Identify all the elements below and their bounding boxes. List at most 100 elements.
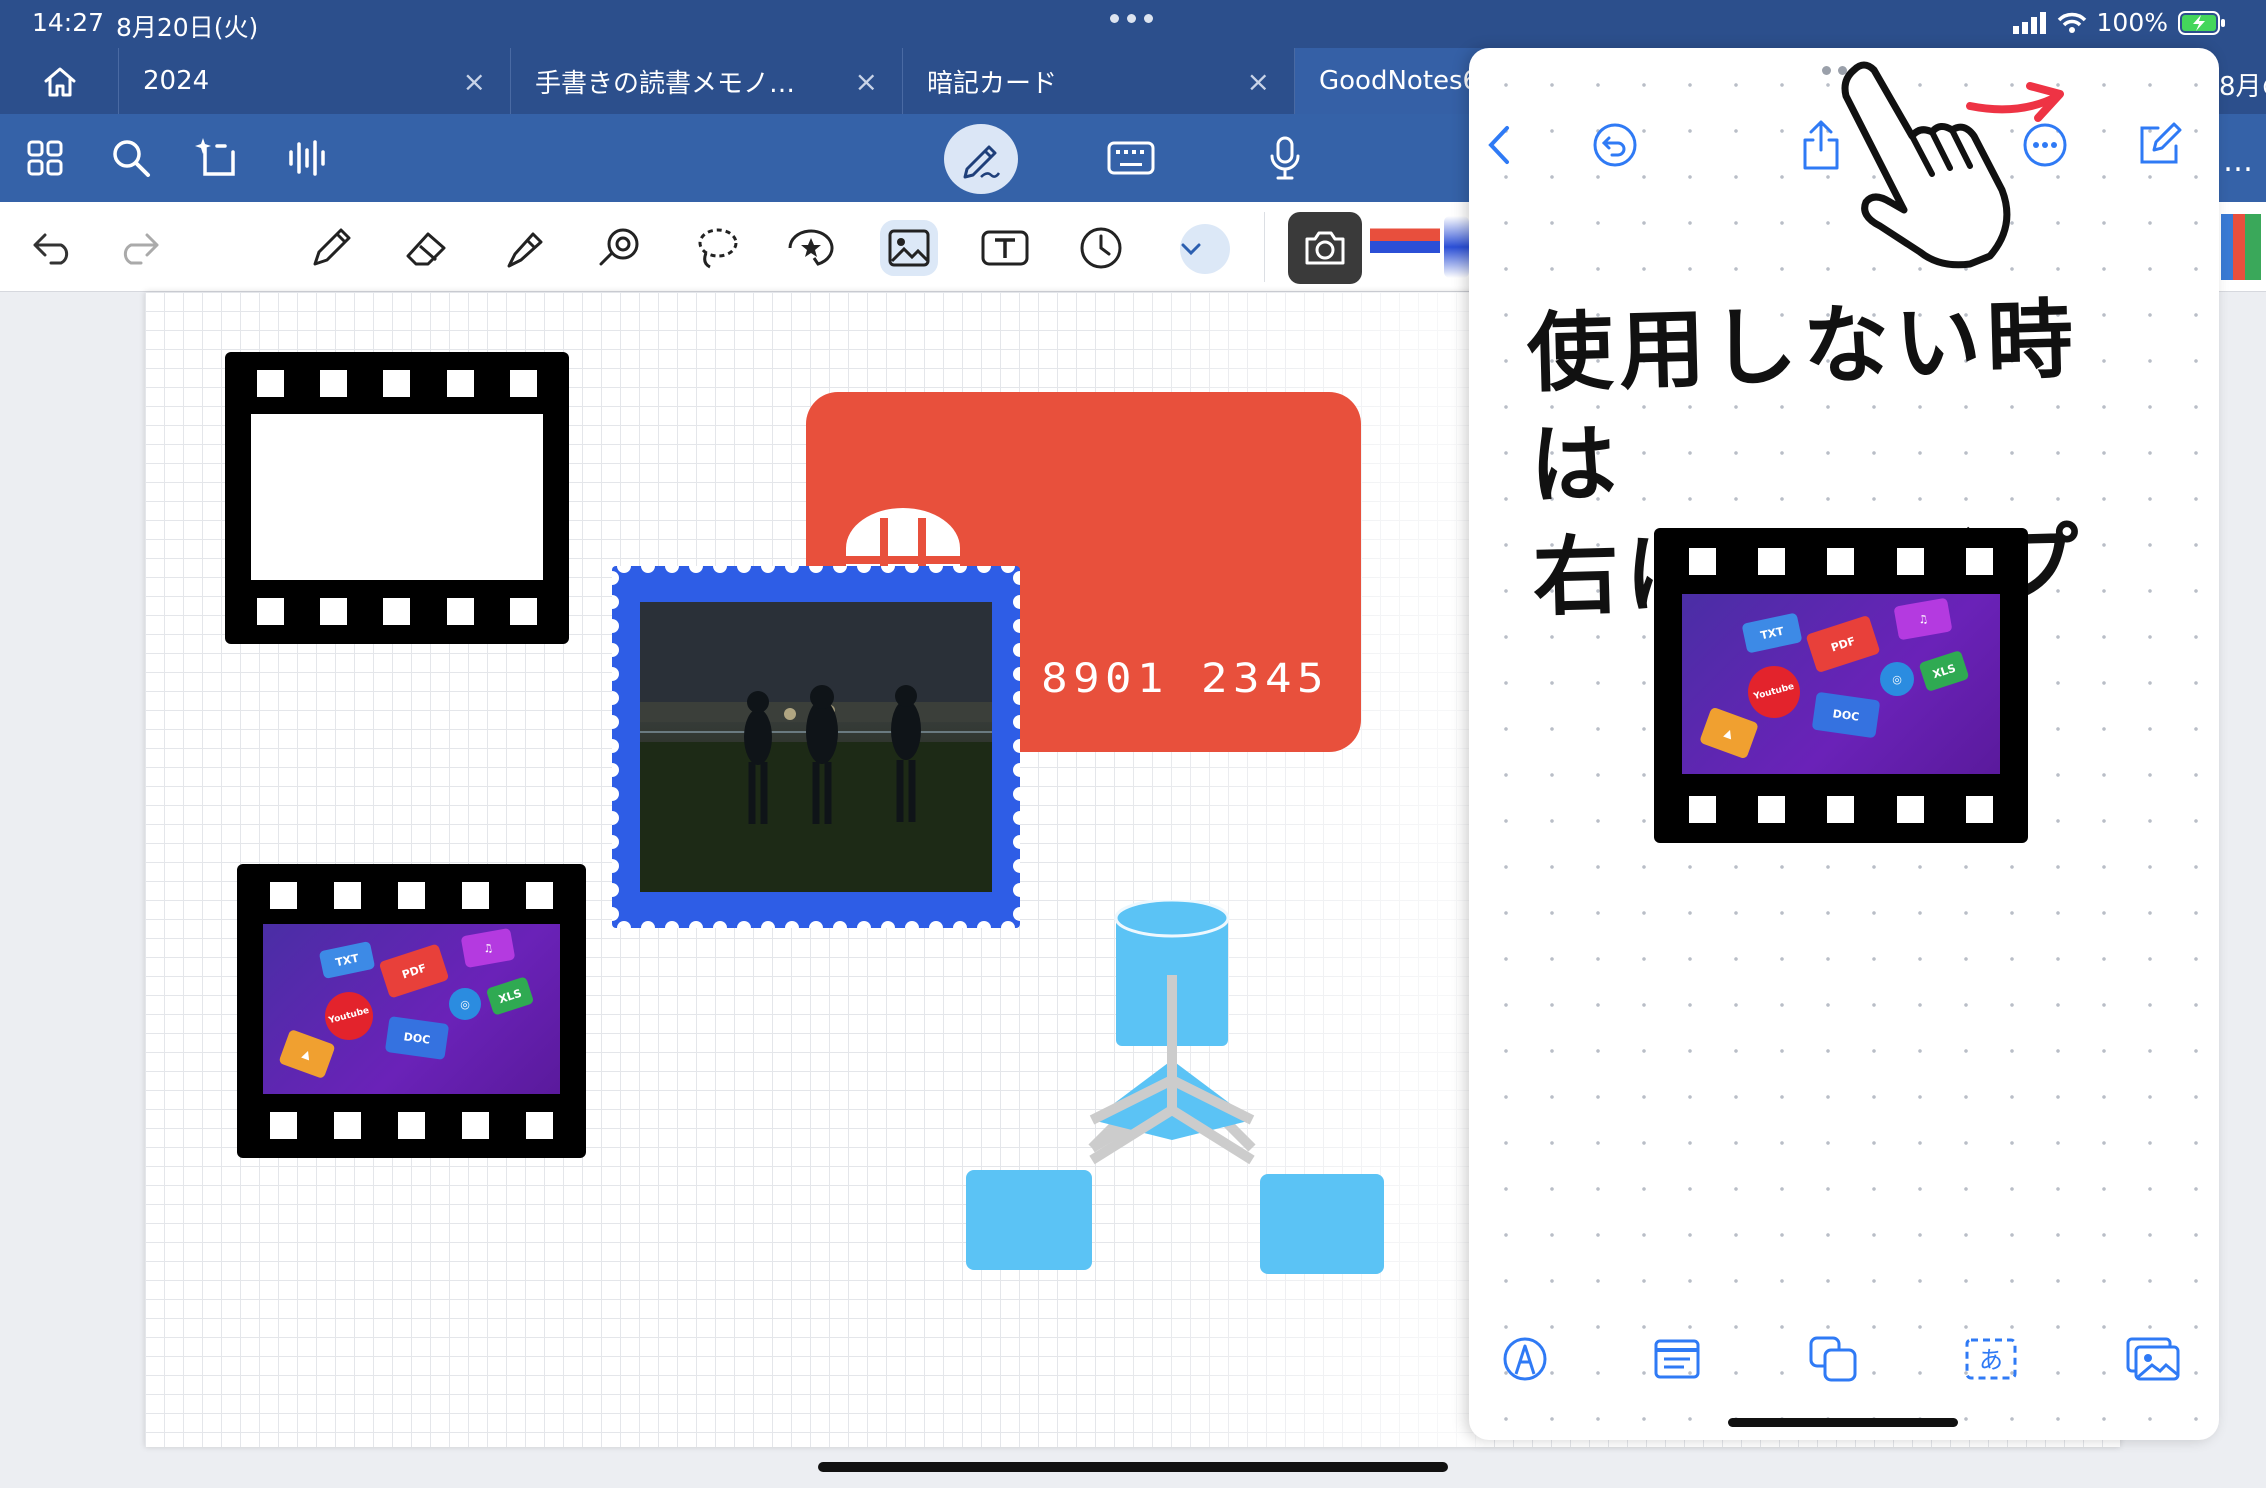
more-icon[interactable]: … (2223, 144, 2255, 179)
doc-tag: DOC (1811, 691, 1881, 739)
perforation-dot (1013, 763, 1020, 777)
undo-button[interactable] (24, 220, 82, 276)
image-icon (888, 229, 930, 267)
perforation-dot (929, 566, 943, 573)
select-button[interactable] (192, 132, 246, 184)
eraser-tool[interactable] (398, 220, 456, 276)
home-button[interactable] (36, 60, 84, 104)
tab-close-button[interactable]: × (1247, 65, 1270, 98)
perforation-dot (612, 883, 619, 897)
globe-icon: ◎ (1880, 662, 1914, 696)
perforation-dot (809, 921, 823, 928)
perforation-dot (612, 715, 619, 729)
audio-icon (289, 140, 325, 176)
tab-flashcards[interactable]: 暗記カード × (902, 48, 1294, 114)
status-time: 14:27 (32, 8, 105, 37)
panel-undo-button[interactable] (1588, 118, 1642, 172)
wifi-icon (2057, 12, 2086, 33)
search-button[interactable] (104, 132, 158, 184)
shape-icon (599, 228, 639, 266)
perforation-dot (1013, 787, 1020, 801)
database-diagram-sticker[interactable] (960, 900, 1390, 1280)
camera-button[interactable] (1288, 212, 1362, 284)
clock-icon (1080, 227, 1122, 269)
toolbar-divider (1264, 212, 1265, 282)
lasso-icon (698, 228, 738, 269)
timer-tool[interactable] (1072, 220, 1130, 276)
svg-text:あ: あ (1979, 1346, 2003, 1374)
tab-2024[interactable]: 2024 × (118, 48, 510, 114)
signal-icon (2012, 11, 2046, 34)
audio-button[interactable] (280, 132, 334, 184)
undo-icon (33, 233, 69, 265)
highlighter-icon (507, 232, 543, 268)
panel-film-strip-media[interactable]: TXT PDF ♫ Youtube ◎ XLS DOC ▲ (1654, 528, 2028, 843)
panel-paper-button[interactable] (1650, 1332, 1704, 1386)
shapes-icon (1809, 1336, 1857, 1382)
panel-new-note-button[interactable] (2132, 118, 2186, 172)
perforation-dot (612, 739, 619, 753)
keyboard-button[interactable] (1104, 132, 1158, 184)
pencil-icon (313, 228, 351, 266)
stamp-photo-frame[interactable] (612, 566, 1020, 928)
markup-pen-icon (1503, 1337, 1547, 1381)
perforation-dot (612, 811, 619, 825)
perforation-dot (857, 566, 871, 573)
more-tools-button[interactable] (1180, 224, 1230, 274)
globe-icon: ◎ (449, 988, 481, 1020)
doc-tag: DOC (384, 1016, 450, 1060)
image-tool[interactable] (880, 220, 938, 276)
handwritten-line-1: 使用しない時は (1525, 288, 2081, 517)
perforation-dot (881, 566, 895, 573)
shape-tool[interactable] (592, 220, 650, 276)
lasso-tool[interactable] (688, 220, 746, 276)
pdf-tag: PDF (378, 943, 450, 999)
panel-markup-button[interactable] (1498, 1332, 1552, 1386)
panel-photo-button[interactable] (2126, 1332, 2180, 1386)
film-strip-sticker-empty[interactable] (225, 352, 569, 644)
perforation-dot (1013, 883, 1020, 897)
multitasking-dots[interactable] (1110, 14, 1153, 23)
perforation-dot (612, 763, 619, 777)
microphone-button[interactable] (1258, 132, 1312, 184)
tab-label: GoodNotes6 (1319, 66, 1480, 96)
pen-tool[interactable] (302, 220, 360, 276)
youtube-tag: Youtube (319, 986, 379, 1046)
panel-text-button[interactable]: あ (1964, 1332, 2018, 1386)
tab-close-button[interactable]: × (855, 65, 878, 98)
recent-image-thumbnail[interactable] (1370, 216, 1440, 278)
tab-reading-memo[interactable]: 手書きの読書メモノ… × (510, 48, 902, 114)
overflow-thumbnail (2221, 214, 2261, 280)
highlighter-tool[interactable] (496, 220, 554, 276)
night-photo (640, 602, 992, 892)
overflow-tab-label: 8月の (2219, 72, 2266, 102)
redo-button[interactable] (110, 220, 168, 276)
tab-close-button[interactable]: × (463, 65, 486, 98)
perforation-dot (1013, 619, 1020, 633)
txt-tag: TXT (1741, 612, 1803, 654)
panel-back-button[interactable] (1472, 118, 1526, 172)
grid-button[interactable] (18, 132, 72, 184)
perforation-dot (617, 566, 631, 573)
perforation-dot (612, 691, 619, 705)
perforation-dot (833, 566, 847, 573)
film-strip-sticker-media[interactable]: TXT PDF ♫ Youtube ◎ XLS DOC ▲ (237, 864, 586, 1158)
microphone-icon (1270, 136, 1300, 180)
status-indicators: 100% (2012, 8, 2226, 37)
text-tool[interactable] (976, 220, 1034, 276)
redo-icon (123, 233, 159, 265)
perforation-dot (857, 921, 871, 928)
perforation-dot (1013, 715, 1020, 729)
music-tag: ♫ (1893, 597, 1953, 641)
chevron-left-icon (1488, 126, 1509, 164)
perforation-dot (761, 921, 775, 928)
compose-icon (2140, 122, 2182, 164)
perforation-dot (809, 566, 823, 573)
perforation-dot (929, 921, 943, 928)
status-bar: 14:27 8月20日(火) 100% (0, 0, 2266, 48)
pen-mode-button[interactable] (944, 124, 1018, 194)
panel-shapes-button[interactable] (1806, 1332, 1860, 1386)
recent-image-thumbnail[interactable] (1444, 216, 1469, 278)
sticker-tool[interactable] (782, 220, 840, 276)
sticker-icon (788, 229, 834, 266)
